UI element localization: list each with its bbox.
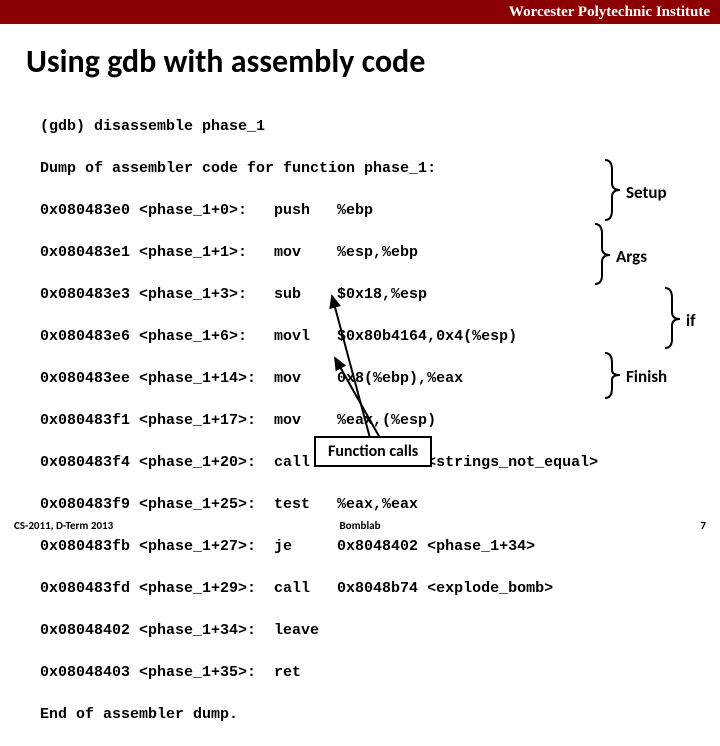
code-line: 0x080483e6 <phase_1+6>: movl $0x80b4164,… — [40, 326, 720, 347]
annotation-finish: Finish — [626, 366, 667, 387]
code-line: 0x08048403 <phase_1+35>: ret — [40, 662, 720, 683]
code-line: 0x080483fb <phase_1+27>: je 0x8048402 <p… — [40, 536, 720, 557]
footer-left: CS-2011, D-Term 2013 — [14, 519, 113, 532]
footer-right: 7 — [700, 519, 706, 532]
annotation-args: Args — [616, 246, 647, 267]
code-line: Dump of assembler code for function phas… — [40, 158, 720, 179]
annotation-if: if — [686, 310, 696, 331]
code-line: 0x08048402 <phase_1+34>: leave — [40, 620, 720, 641]
code-line: 0x080483ee <phase_1+14>: mov 0x8(%ebp),%… — [40, 368, 720, 389]
institution-label: Worcester Polytechnic Institute — [509, 4, 710, 20]
disassembly-listing: (gdb) disassemble phase_1 Dump of assemb… — [40, 95, 720, 746]
header-bar: Worcester Polytechnic Institute — [0, 0, 720, 24]
code-line: 0x080483f1 <phase_1+17>: mov %eax,(%esp) — [40, 410, 720, 431]
code-line: End of assembler dump. — [40, 704, 720, 725]
function-calls-label: Function calls — [328, 442, 418, 461]
code-line: 0x080483e3 <phase_1+3>: sub $0x18,%esp — [40, 284, 720, 305]
code-line: (gdb) disassemble phase_1 — [40, 116, 720, 137]
code-line: 0x080483e0 <phase_1+0>: push %ebp — [40, 200, 720, 221]
slide-footer: CS-2011, D-Term 2013 Bomblab 7 — [0, 519, 720, 532]
slide-title: Using gdb with assembly code — [26, 42, 720, 81]
code-line: 0x080483fd <phase_1+29>: call 0x8048b74 … — [40, 578, 720, 599]
code-line: 0x080483f9 <phase_1+25>: test %eax,%eax — [40, 494, 720, 515]
annotation-setup: Setup — [626, 182, 667, 203]
footer-center: Bomblab — [340, 519, 381, 532]
function-calls-box: Function calls — [314, 436, 432, 467]
